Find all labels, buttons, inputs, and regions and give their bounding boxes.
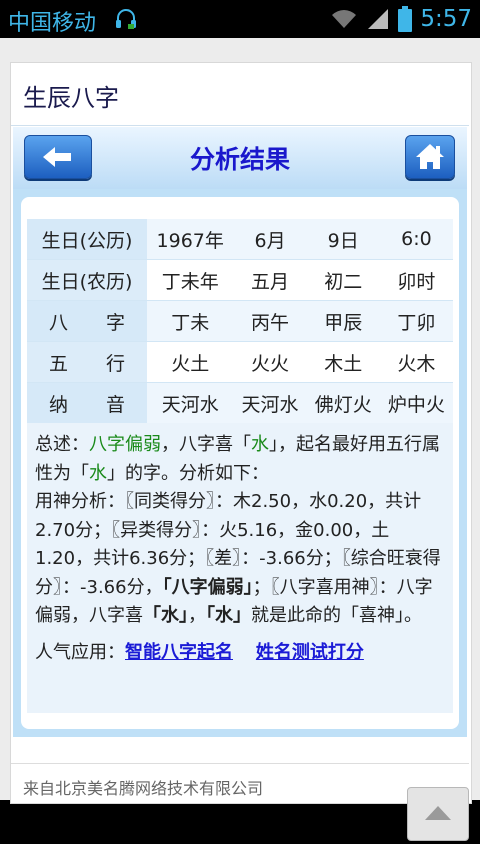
table-cell: 丁未: [147, 300, 234, 342]
result-header: 分析结果: [13, 127, 467, 189]
link-name-test[interactable]: 姓名测试打分: [256, 642, 364, 663]
table-row: 生日(公历) 1967年 6月 9日 6:0: [27, 219, 453, 260]
result-panel: 生日(公历) 1967年 6月 9日 6:0 生日(农历) 丁未年 五月 初二 …: [13, 189, 467, 737]
summary-text-part: 就是此命的「喜神」。: [251, 605, 422, 626]
popular-apps: 人气应用：智能八字起名 姓名测试打分: [27, 631, 453, 668]
signal-icon: [368, 9, 389, 29]
table-cell: 丙午: [233, 300, 307, 342]
table-cell: 火火: [233, 341, 307, 383]
table-cell: 1967年: [147, 219, 234, 260]
table-row: 纳音 天河水 天河水 佛灯火 炉中火: [27, 382, 453, 424]
divider: [11, 763, 469, 764]
carrier-name: 中国移动: [8, 11, 97, 36]
table-cell: 丁卯: [379, 300, 453, 342]
site-title: 生辰八字: [23, 84, 119, 112]
web-page: 生辰八字 分析结果 生日(公历) 1967年 6月 9日 6:0 生日(农历) …: [0, 38, 480, 841]
label-char: 行: [105, 352, 125, 375]
triangle-up-icon: [425, 806, 451, 820]
table-row: 五行 火土 火火 木土 火木: [27, 341, 453, 383]
table-cell: 6:0: [379, 219, 453, 260]
page-title: 分析结果: [189, 145, 290, 174]
table-cell: 9日: [306, 219, 380, 260]
table-cell: 火土: [147, 341, 234, 383]
row-label: 八字: [27, 300, 147, 342]
scroll-top-button[interactable]: [407, 787, 469, 841]
summary-label: 总述：: [35, 434, 89, 455]
row-label: 生日(公历): [27, 219, 147, 260]
result-inner: 生日(公历) 1967年 6月 9日 6:0 生日(农历) 丁未年 五月 初二 …: [21, 197, 459, 729]
label-char: 音: [105, 393, 125, 416]
summary-text: 总述：八字偏弱，八字喜「水」，起名最好用五行属性为「水」的字。分析如下： 用神分析…: [27, 423, 453, 631]
table-cell: 丁未年: [147, 259, 234, 301]
table-cell: 天河水: [147, 382, 234, 424]
link-smart-naming[interactable]: 智能八字起名: [125, 642, 233, 663]
summary-highlight: 八字偏弱: [89, 434, 161, 455]
popular-label: 人气应用：: [35, 641, 125, 663]
battery-icon: [398, 6, 413, 32]
table-row: 生日(农历) 丁未年 五月 初二 卯时: [27, 259, 453, 301]
label-char: 五: [49, 352, 69, 375]
summary-text-part: 」的字。分析如下：: [107, 462, 269, 484]
headset-icon: [116, 9, 136, 29]
row-label: 生日(农历): [27, 259, 147, 301]
divider: [11, 125, 469, 126]
table-cell: 初二: [306, 259, 380, 301]
table-cell: 天河水: [233, 382, 307, 424]
status-bar: 中国移动 5:57: [0, 0, 480, 38]
summary-bold: 「八字偏弱」: [162, 576, 253, 598]
summary-highlight: 水: [89, 462, 107, 484]
wifi-icon: [332, 10, 357, 28]
label-char: 纳: [49, 393, 69, 416]
summary-text-part: ，八字喜「: [161, 434, 251, 455]
label-char: 字: [105, 311, 125, 334]
content-card: 生辰八字 分析结果 生日(公历) 1967年 6月 9日 6:0 生日(农历) …: [10, 62, 472, 841]
summary-bold: 「水」: [143, 605, 188, 626]
footer-text: 来自北京美名腾网络技术有限公司: [23, 779, 264, 798]
table-cell: 五月: [233, 259, 307, 301]
table-cell: 甲辰: [306, 300, 380, 342]
table-row: 八字 丁未 丙午 甲辰 丁卯: [27, 300, 453, 342]
label-char: 八: [49, 311, 69, 334]
summary-text-part: ，: [188, 605, 206, 626]
home-icon: [416, 144, 444, 169]
table-cell: 炉中火: [379, 382, 453, 424]
row-label: 纳音: [27, 382, 147, 424]
table-cell: 卯时: [379, 259, 453, 301]
home-button[interactable]: [405, 135, 455, 179]
clock: 5:57: [420, 6, 472, 32]
table-cell: 佛灯火: [306, 382, 380, 424]
summary-highlight: 水: [251, 434, 269, 455]
analysis-summary: 总述：八字偏弱，八字喜「水」，起名最好用五行属性为「水」的字。分析如下： 用神分析…: [27, 423, 453, 713]
bazi-table: 生日(公历) 1967年 6月 9日 6:0 生日(农历) 丁未年 五月 初二 …: [27, 219, 453, 424]
table-cell: 6月: [233, 219, 307, 260]
summary-bold: 「水」: [206, 605, 251, 626]
table-cell: 木土: [306, 341, 380, 383]
table-cell: 火木: [379, 341, 453, 383]
row-label: 五行: [27, 341, 147, 383]
